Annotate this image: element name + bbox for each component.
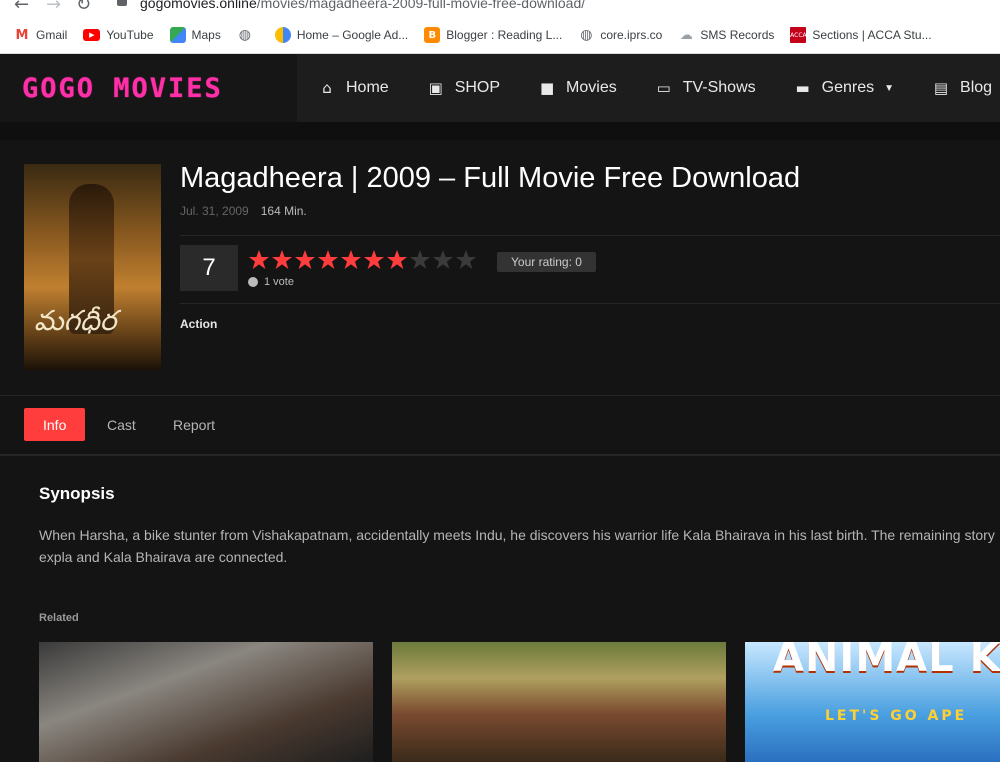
star-icon[interactable] <box>294 249 316 271</box>
home-icon: ⌂ <box>322 79 332 97</box>
star-rating[interactable] <box>248 249 478 271</box>
related-card-subtitle: LET'S GO APE <box>825 708 968 724</box>
star-icon[interactable] <box>248 249 270 271</box>
star-icon[interactable] <box>317 249 339 271</box>
tab-info[interactable]: Info <box>24 408 86 441</box>
bookmark-gmail[interactable]: M Gmail <box>14 27 68 43</box>
reload-icon[interactable]: ↻ <box>76 0 91 15</box>
tab-cast[interactable]: Cast <box>107 408 136 441</box>
star-icon[interactable] <box>271 249 293 271</box>
nav-shop[interactable]: ▣ SHOP <box>427 79 500 97</box>
star-icon[interactable] <box>409 249 431 271</box>
gmail-icon: M <box>15 27 29 43</box>
bookmark-google-ads[interactable]: Home – Google Ad... <box>274 27 408 43</box>
star-icon[interactable] <box>386 249 408 271</box>
related-card[interactable]: ANIMAL KINGDOM LET'S GO APE <box>745 642 1000 762</box>
star-icon[interactable] <box>340 249 362 271</box>
sms-icon: ☁ <box>679 27 693 43</box>
nav-tv-shows[interactable]: ▭ TV-Shows <box>655 79 756 97</box>
nav-blog[interactable]: ▤ Blog <box>932 79 992 97</box>
movie-info: మగధీర Magadheera | 2009 – Full Movie Fre… <box>0 140 1000 397</box>
folder-icon: ▬ <box>795 79 810 97</box>
content-tabs: Info Cast Report <box>0 396 1000 456</box>
related-card[interactable] <box>39 642 373 762</box>
score-box: 7 <box>180 245 238 291</box>
genre-link[interactable]: Action <box>180 317 217 331</box>
related-card[interactable] <box>392 642 726 762</box>
user-icon <box>248 277 258 287</box>
release-date: Jul. 31, 2009 <box>180 204 249 218</box>
movie-meta: Jul. 31, 2009 164 Min. <box>180 204 307 218</box>
divider <box>180 303 1000 304</box>
site-header: GOGO MOVIES ⌂ Home ▣ SHOP ■ Movies ▭ TV-Show… <box>0 54 1000 122</box>
google-ads-icon <box>274 27 291 43</box>
star-icon[interactable] <box>455 249 477 271</box>
logo-link[interactable]: GOGO MOVIES <box>0 54 297 122</box>
site-logo: GOGO MOVIES <box>22 72 223 104</box>
bookmark-sms-records[interactable]: ☁ SMS Records <box>678 27 775 43</box>
forward-arrow-icon[interactable]: → <box>46 0 61 15</box>
related-heading: Related <box>39 612 79 624</box>
bookmark-blogger[interactable]: B Blogger : Reading L... <box>424 27 562 43</box>
bookmark-core-iprs[interactable]: ◍ core.iprs.co <box>578 27 662 43</box>
bookmarks-bar: M Gmail ▶ YouTube Maps ◍ Home – Google Ad.… <box>0 20 1000 50</box>
bookmark-maps[interactable]: Maps <box>169 27 221 43</box>
chevron-down-icon: ▼ <box>884 82 895 94</box>
movie-camera-icon: ■ <box>539 79 555 97</box>
star-icon[interactable] <box>363 249 385 271</box>
back-arrow-icon[interactable]: ← <box>14 0 29 15</box>
acca-icon: ACCA <box>790 27 807 43</box>
related-card-title: ANIMAL KINGDOM <box>773 642 1000 681</box>
poster-title: మగధీర <box>34 304 117 337</box>
your-rating-badge: Your rating: 0 <box>497 252 596 272</box>
shop-icon: ▣ <box>428 79 443 97</box>
youtube-icon: ▶ <box>83 29 101 41</box>
synopsis-section: Synopsis When Harsha, a bike stunter fro… <box>0 456 1000 762</box>
blogger-icon: B <box>424 27 441 43</box>
tab-report[interactable]: Report <box>173 408 215 441</box>
nav-movies[interactable]: ■ Movies <box>538 79 617 97</box>
tv-icon: ▭ <box>656 79 671 97</box>
globe-icon: ◍ <box>580 27 593 43</box>
globe-icon: ◍ <box>238 27 251 43</box>
browser-chrome: ← → ↻ gogomovies.online/movies/magadheer… <box>0 0 1000 54</box>
movie-poster[interactable]: మగధీర <box>24 164 161 370</box>
nav-home[interactable]: ⌂ Home <box>318 79 388 97</box>
nav-genres[interactable]: ▬ Genres ▼ <box>794 79 894 97</box>
synopsis-heading: Synopsis <box>39 484 115 503</box>
vote-count: 1 vote <box>248 276 294 288</box>
runtime: 164 Min. <box>260 204 307 218</box>
address-bar[interactable]: ← → ↻ gogomovies.online/movies/magadheer… <box>0 0 1000 18</box>
bookmark-youtube[interactable]: ▶ YouTube <box>83 28 154 42</box>
synopsis-text: When Harsha, a bike stunter from Vishaka… <box>39 527 995 565</box>
star-icon[interactable] <box>432 249 454 271</box>
header-divider <box>0 122 1000 140</box>
maps-icon <box>169 27 186 43</box>
document-icon: ▤ <box>933 79 949 97</box>
bookmark-acca[interactable]: ACCA Sections | ACCA Stu... <box>790 27 932 43</box>
url-text[interactable]: gogomovies.online/movies/magadheera-2009… <box>140 0 585 11</box>
bookmark-globe[interactable]: ◍ <box>237 27 259 43</box>
lock-icon[interactable] <box>117 0 127 6</box>
main-nav: ⌂ Home ▣ SHOP ■ Movies ▭ TV-Shows ▬ Genres ▼ ▤… <box>318 54 1000 122</box>
divider <box>180 235 1000 236</box>
movie-title: Magadheera | 2009 – Full Movie Free Down… <box>180 162 801 194</box>
